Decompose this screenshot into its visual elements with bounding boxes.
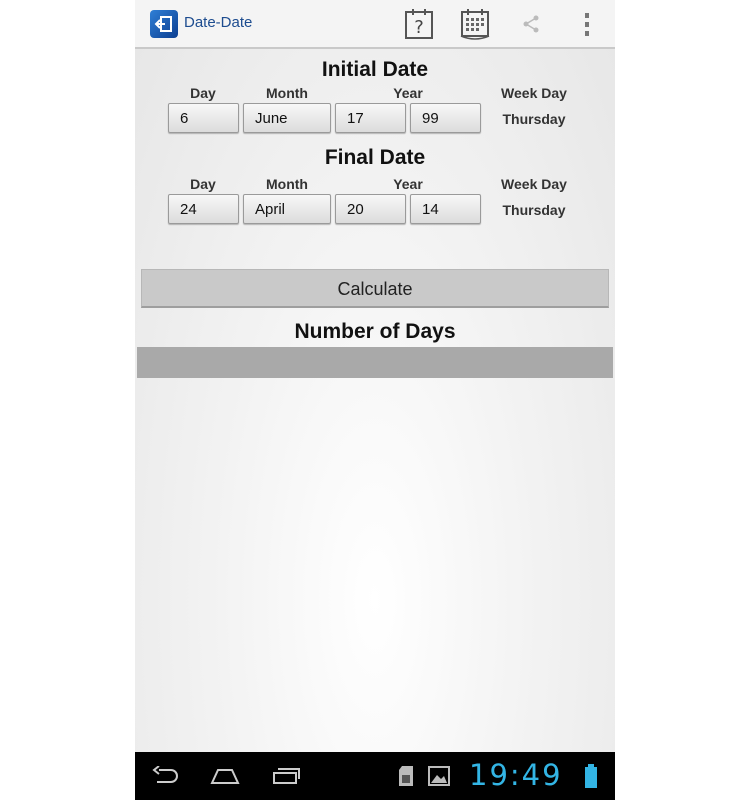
action-bar: Date-Date ? — [135, 0, 615, 49]
gallery-icon — [427, 764, 451, 788]
initial-month-label: Month — [266, 85, 308, 101]
system-navigation-bar: 19:49 — [135, 752, 615, 800]
final-month-spinner[interactable]: April — [243, 194, 331, 224]
final-day-label: Day — [190, 176, 216, 192]
calendar-icon[interactable] — [459, 8, 491, 40]
status-clock: 19:49 — [469, 758, 563, 792]
help-icon[interactable]: ? — [403, 8, 435, 40]
initial-weekday-label: Week Day — [501, 85, 567, 101]
overflow-menu-icon[interactable] — [571, 8, 603, 40]
final-weekday-label: Week Day — [501, 176, 567, 192]
initial-month-spinner[interactable]: June — [243, 103, 331, 133]
final-month-label: Month — [266, 176, 308, 192]
final-year-spinner[interactable]: 14 — [410, 194, 481, 224]
recent-apps-icon[interactable] — [271, 764, 301, 788]
initial-year-label: Year — [393, 85, 423, 101]
initial-date-title: Initial Date — [321, 58, 429, 81]
calculate-button[interactable]: Calculate — [141, 269, 609, 308]
sd-card-icon — [397, 764, 415, 788]
initial-year-spinner[interactable]: 99 — [410, 103, 481, 133]
final-date-title: Final Date — [324, 146, 426, 169]
svg-text:?: ? — [414, 17, 424, 38]
share-icon[interactable] — [515, 8, 547, 40]
app-title[interactable]: Date-Date — [184, 14, 252, 31]
number-of-days-title: Number of Days — [294, 320, 456, 343]
initial-day-spinner[interactable]: 6 — [168, 103, 239, 133]
initial-weekday-value: Thursday — [502, 111, 566, 127]
initial-century-spinner[interactable]: 17 — [335, 103, 406, 133]
final-century-spinner[interactable]: 20 — [335, 194, 406, 224]
initial-day-label: Day — [190, 85, 216, 101]
final-weekday-value: Thursday — [502, 202, 566, 218]
device-screen: Date-Date ? Initial Date Day Month Year … — [135, 0, 615, 800]
app-logo-icon[interactable] — [150, 10, 178, 38]
back-icon[interactable] — [151, 764, 179, 788]
number-of-days-result — [137, 347, 613, 378]
final-day-spinner[interactable]: 24 — [168, 194, 239, 224]
home-icon[interactable] — [210, 764, 240, 788]
battery-icon — [583, 764, 599, 788]
final-year-label: Year — [393, 176, 423, 192]
